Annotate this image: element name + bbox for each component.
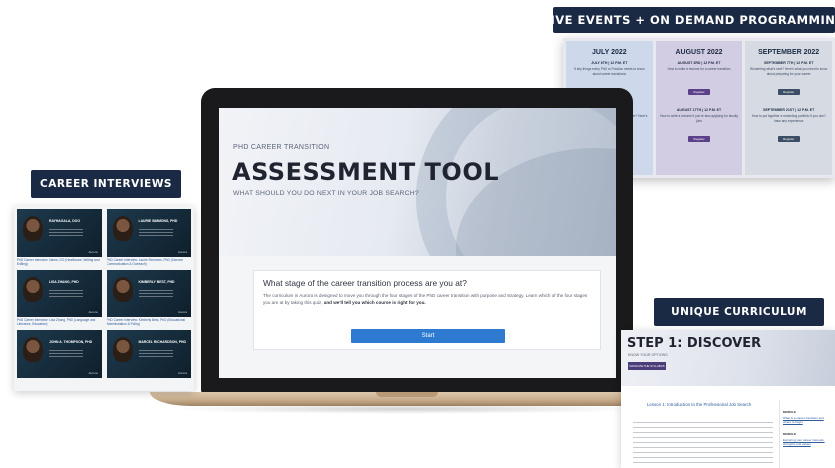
event-description: How to write a resume for a career trans… (667, 67, 731, 71)
career-interviews-badge: CAREER INTERVIEWS (31, 170, 181, 198)
interviews-grid: RAYHAGALA, DOO Aurora PhD Career Intervi… (14, 206, 194, 391)
month-title: JULY 2022 (592, 49, 627, 56)
lesson-title[interactable]: Lesson 1: Introduction to the Profession… (621, 402, 777, 407)
event-description: How to put together a rewarding portfoli… (751, 114, 826, 123)
laptop-screen: PHD CAREER TRANSITION ASSESSMENT TOOL WH… (219, 108, 616, 378)
module-link[interactable]: Exploring your career interests, strengt… (783, 438, 831, 446)
interviewee-name: KIMBERLY BEST, PHD (138, 279, 175, 284)
module-link[interactable]: What is a career transition and where to… (783, 416, 831, 424)
interview-thumbnail[interactable]: JOHN A. THOMPSON, PHD Aurora (17, 330, 102, 378)
laptop-notch (376, 392, 438, 397)
interview-link[interactable]: PhD Career Interview: Kimberly Best, PhD… (107, 317, 192, 327)
interviewee-photo (23, 337, 43, 363)
assessment-hero: PHD CAREER TRANSITION ASSESSMENT TOOL WH… (219, 108, 616, 256)
interviewee-details (49, 289, 83, 298)
unique-curriculum-badge: UNIQUE CURRICULUM (654, 298, 824, 326)
interviewee-name: RAYHAGALA, DOO (49, 219, 80, 223)
interview-card[interactable]: LAURIE SIMMONS, PHD Aurora PhD Career In… (106, 209, 192, 267)
aurora-logo: Aurora (88, 310, 98, 315)
quiz-question: What stage of the career transition proc… (263, 278, 467, 288)
interviewee-name: LISA ZHANG, PHD (49, 279, 79, 284)
lesson-body-text (633, 422, 773, 466)
module-heading: MODULE (783, 432, 796, 436)
month-column-august: AUGUST 2022 AUGUST 3RD | 12 P.M. ET How … (655, 41, 743, 175)
event-time: JULY 6TH | 12 P.M. ET (591, 61, 628, 65)
event-time: SEPTEMBER 21ST | 12 P.M. ET (763, 108, 815, 112)
interview-thumbnail[interactable]: RAYHAGALA, DOO Aurora (17, 209, 102, 257)
event-description: 5 key things every PhD or Postdoc needs … (574, 67, 645, 76)
event-time: AUGUST 17TH | 12 P.M. ET (676, 108, 722, 112)
interviewee-name: JOHN A. THOMPSON, PHD (49, 340, 93, 345)
interviewee-photo (23, 276, 43, 302)
interviewee-name: LAURIE SIMMONS, PHD (138, 219, 178, 223)
aurora-logo: Aurora (177, 371, 187, 375)
interview-link[interactable] (17, 378, 102, 388)
laptop-shadow (170, 404, 640, 414)
month-title: SEPTEMBER 2022 (758, 49, 820, 56)
interview-card[interactable]: RAYHAGALA, DOO Aurora PhD Career Intervi… (17, 209, 102, 267)
interviewee-details (138, 229, 173, 237)
month-title: AUGUST 2022 (675, 49, 723, 56)
start-button[interactable]: Start (351, 329, 505, 343)
hero-eyebrow: PHD CAREER TRANSITION (233, 144, 330, 151)
interview-card[interactable]: JOHN A. THOMPSON, PHD Aurora (17, 330, 102, 388)
column-divider (779, 400, 780, 468)
interviewee-photo (112, 276, 133, 302)
event-description: Wondering what's next? Here's what you n… (750, 67, 828, 76)
aurora-logo: Aurora (88, 371, 98, 375)
aurora-logo: Aurora (88, 249, 98, 254)
interview-card[interactable]: MARCEL RICHARDSON, PHD Aurora (106, 330, 192, 388)
quiz-card: What stage of the career transition proc… (253, 270, 601, 350)
interview-link[interactable]: PhD Career Interview: Laurie Simmons, Ph… (107, 257, 192, 267)
register-button[interactable]: Register (688, 89, 710, 95)
curriculum-preview: STEP 1: DISCOVER KNOW YOUR OPTIONS NAVIG… (621, 330, 835, 468)
register-button[interactable]: Register (777, 89, 800, 95)
page-title: ASSESSMENT TOOL (232, 158, 500, 186)
event-description: How to write a resume if you're also app… (660, 114, 738, 123)
curriculum-subtitle: KNOW YOUR OPTIONS (628, 353, 668, 357)
event-time: AUGUST 3RD | 12 P.M. ET (677, 61, 721, 65)
register-button[interactable]: Register (688, 136, 710, 142)
interview-thumbnail[interactable]: MARCEL RICHARDSON, PHD Aurora (106, 330, 191, 378)
module-heading: MODULE (783, 410, 796, 414)
interviewee-photo (112, 216, 133, 241)
quiz-description-emphasis: and we'll tell you which course is right… (323, 299, 426, 305)
live-events-badge: LIVE EVENTS + ON DEMAND PROGRAMMING (543, 7, 835, 33)
interview-link[interactable] (107, 378, 192, 388)
interview-card[interactable]: KIMBERLY BEST, PHD Aurora PhD Career Int… (106, 269, 192, 328)
interviewee-details (138, 350, 173, 359)
aurora-logo: Aurora (177, 310, 187, 315)
interview-link[interactable]: PhD Career Interview: Lisa Zhang, PhD (L… (17, 317, 102, 327)
interviewee-name: MARCEL RICHARDSON, PHD (138, 340, 186, 345)
month-column-september: SEPTEMBER 2022 SEPTEMBER 7TH | 12 P.M. E… (745, 41, 833, 175)
interview-card[interactable]: LISA ZHANG, PHD Aurora PhD Career Interv… (17, 269, 102, 328)
register-button[interactable]: Register (777, 136, 800, 142)
interviewee-details (49, 350, 83, 359)
interview-thumbnail[interactable]: LISA ZHANG, PHD Aurora (17, 269, 102, 318)
quiz-description: The curriculum in Aurora is designed to … (263, 293, 591, 306)
curriculum-title: STEP 1: DISCOVER (627, 336, 762, 351)
interviewee-photo (112, 337, 133, 363)
interviewee-details (49, 229, 83, 237)
interview-thumbnail[interactable]: LAURIE SIMMONS, PHD Aurora (106, 209, 191, 257)
event-time: SEPTEMBER 7TH | 12 P.M. ET (764, 61, 814, 65)
module-sidebar: MODULE What is a career transition and w… (783, 410, 831, 454)
interviewee-details (138, 289, 173, 298)
interview-thumbnail[interactable]: KIMBERLY BEST, PHD Aurora (106, 269, 191, 318)
curriculum-hero: STEP 1: DISCOVER KNOW YOUR OPTIONS NAVIG… (621, 330, 835, 386)
syllabus-button[interactable]: NAVIGATE THE SYLLABUS (628, 362, 666, 370)
interview-link[interactable]: PhD Career Interview: Name, DO (Healthca… (17, 257, 102, 267)
interviewee-photo (23, 216, 43, 241)
page-subtitle: WHAT SHOULD YOU DO NEXT IN YOUR JOB SEAR… (233, 190, 419, 197)
aurora-logo: Aurora (177, 249, 187, 254)
